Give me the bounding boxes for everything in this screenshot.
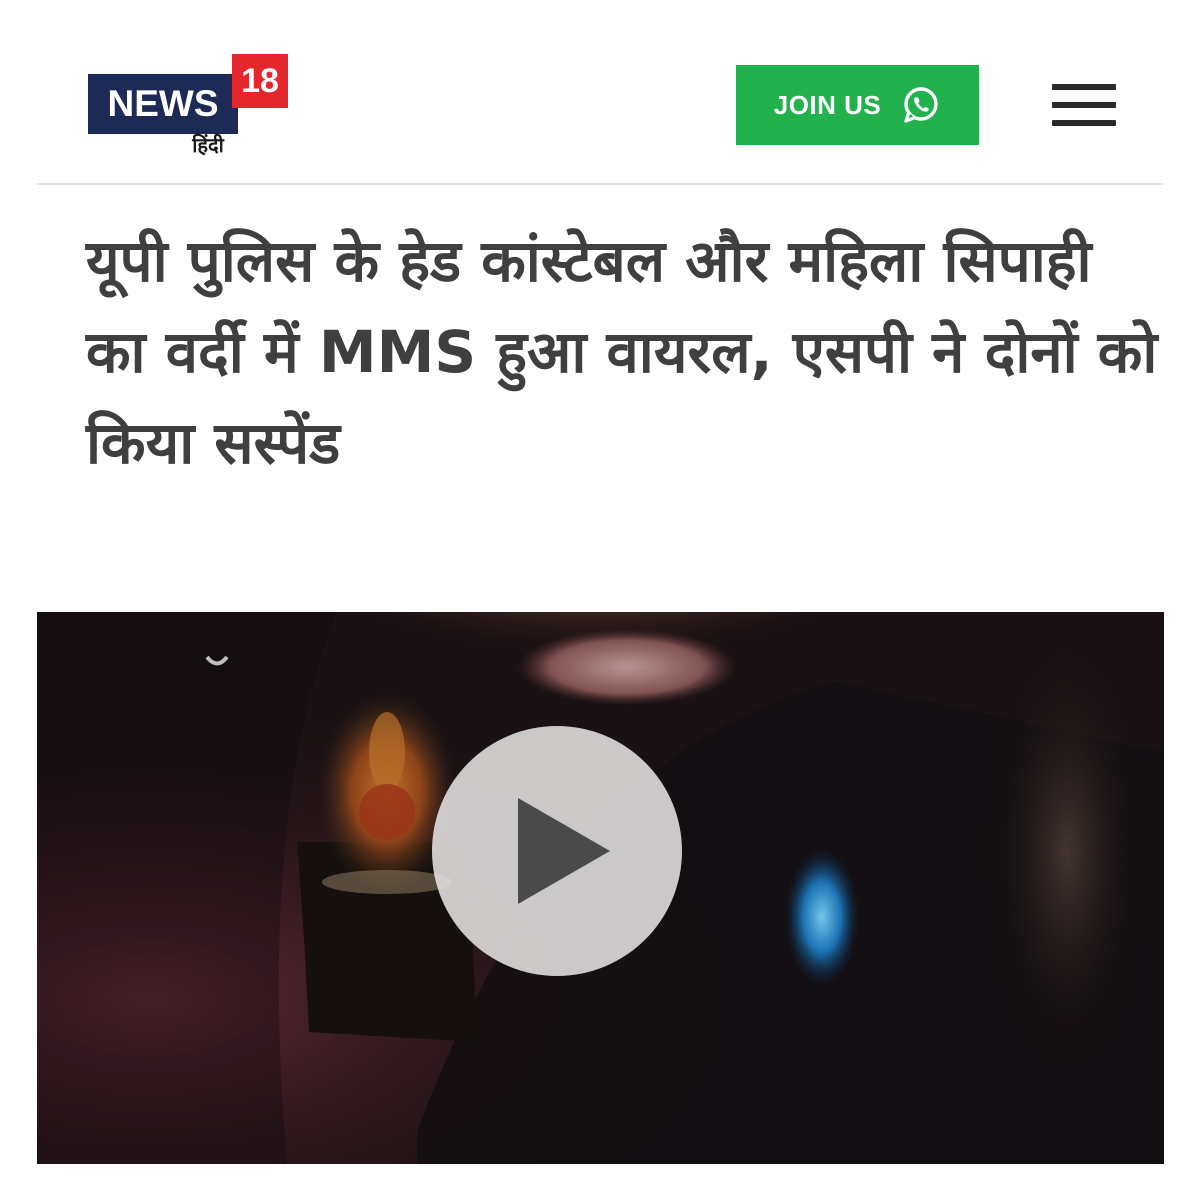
menu-bar [1052, 120, 1116, 126]
site-header: NEWS 18 हिंदी JOIN US [0, 0, 1200, 185]
menu-bar [1052, 102, 1116, 108]
menu-bar [1052, 84, 1116, 90]
logo-brand: NEWS [88, 74, 238, 134]
news18-logo[interactable]: NEWS 18 हिंदी [88, 54, 290, 157]
article-headline: यूपी पुलिस के हेड कांस्टेबल और महिला सिप… [86, 227, 1158, 477]
play-icon [518, 798, 610, 904]
logo-number: 18 [232, 54, 288, 108]
play-button[interactable] [432, 726, 682, 976]
join-us-button[interactable]: JOIN US [736, 65, 979, 145]
join-us-label: JOIN US [773, 89, 882, 120]
hamburger-menu-icon[interactable] [1052, 82, 1116, 128]
logo-language: हिंदी [192, 133, 224, 157]
whatsapp-icon [904, 87, 938, 123]
header-divider [37, 183, 1163, 185]
